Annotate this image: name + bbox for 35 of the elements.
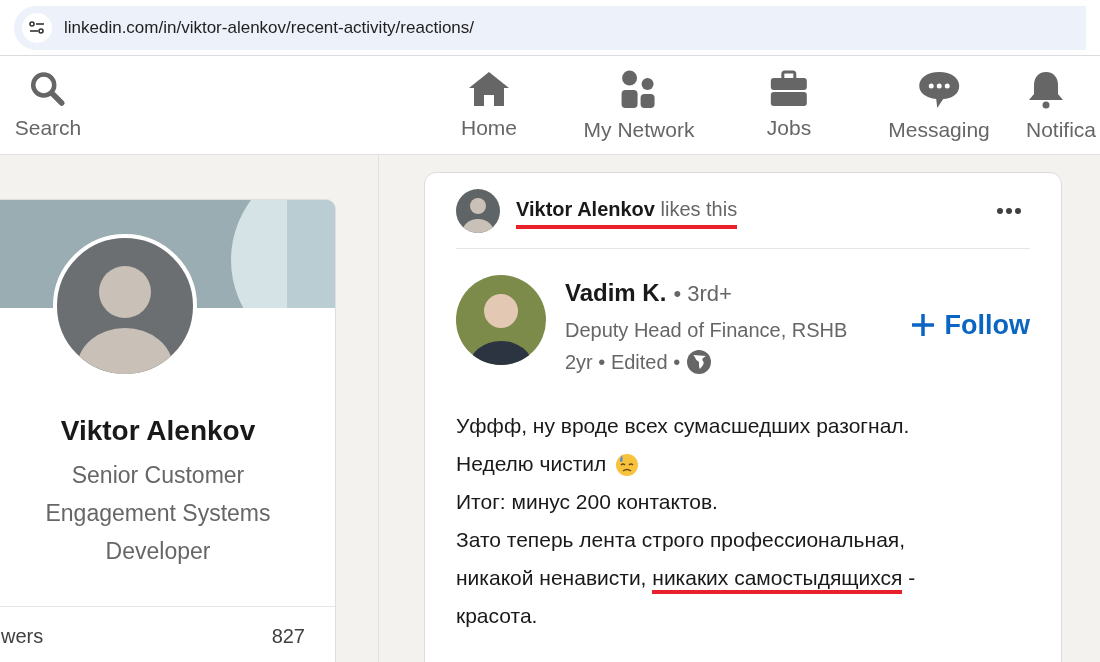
nav-item[interactable]: Search: [14, 70, 82, 144]
house-icon: [467, 70, 511, 108]
connection-degree: • 3rd+: [673, 280, 732, 308]
briefcase-icon: [769, 70, 809, 108]
globe-icon: [686, 349, 713, 375]
url-text[interactable]: linkedin.com/in/viktor-alenkov/recent-activity/reactions/: [64, 14, 475, 41]
stat-label: wers: [1, 624, 44, 649]
author-headline: Deputy Head of Finance, RSHB: [565, 318, 848, 343]
nav-item[interactable]: Notifica: [1026, 70, 1097, 146]
sweat-face-emoji-icon: [614, 451, 641, 477]
nav-item[interactable]: My Network: [583, 70, 695, 146]
site-settings-icon[interactable]: [22, 12, 52, 43]
post-text-line: никакой ненависти, никаких самостыдящихся -: [456, 562, 916, 594]
post-text-line: Уффф, ну вроде всех сумасшедших разогнал.: [456, 413, 910, 440]
post-meta: 2yr • Edited •: [565, 350, 681, 375]
profile-headline: Senior Customer Engagement Systems Developer: [44, 461, 272, 566]
nav-item[interactable]: Home: [461, 70, 517, 144]
post-text-line: Неделю чистил: [456, 451, 607, 478]
speech-bubble-icon: [917, 70, 961, 110]
actor-avatar[interactable]: [456, 188, 500, 233]
post-text-line: Зато теперь лента строго профессиональная,: [456, 527, 906, 554]
author-name[interactable]: Vadim K.: [565, 275, 667, 311]
address-bar[interactable]: linkedin.com/in/viktor-alenkov/recent-activity/reactions/: [14, 5, 1086, 50]
more-options-icon[interactable]: [996, 206, 1022, 215]
post-text-line: Итог: минус 200 контактов.: [456, 489, 718, 516]
post-text-line: красота.: [456, 603, 538, 630]
nav-item[interactable]: Jobs: [766, 70, 812, 144]
follow-button[interactable]: Follow: [910, 305, 1030, 345]
plus-icon: [910, 313, 935, 337]
nav-item[interactable]: Messaging: [888, 70, 990, 146]
stat-value: 827: [271, 624, 305, 649]
bell-icon: [1026, 70, 1066, 110]
profile-name[interactable]: Viktor Alenkov: [0, 410, 335, 452]
actor-line: Viktor Alenkov likes this: [516, 198, 738, 220]
search-icon: [29, 70, 67, 108]
